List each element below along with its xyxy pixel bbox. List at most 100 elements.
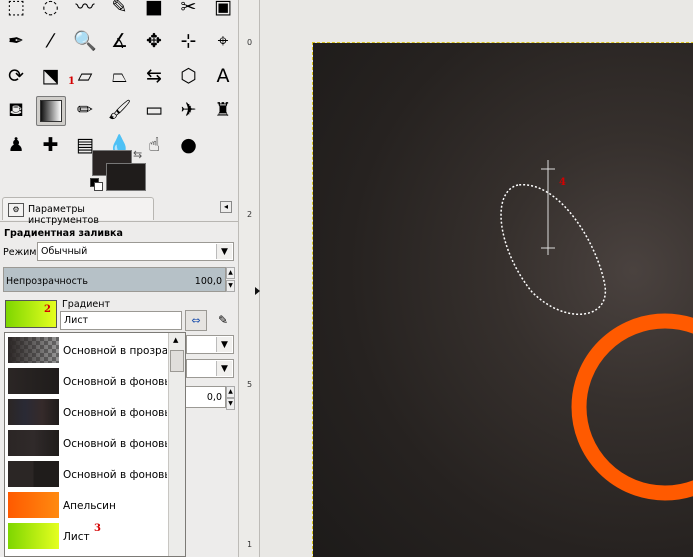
annotation-marker-2: 2 — [44, 304, 51, 315]
gradient-name-value: Лист — [64, 315, 89, 326]
airbrush-icon[interactable]: ✈ — [174, 96, 204, 126]
orange-ring — [571, 313, 693, 501]
offset-value: 0,0 — [206, 392, 222, 403]
tab-menu-icon[interactable]: ◂ — [220, 201, 232, 213]
ink-icon[interactable]: ♜ — [208, 96, 238, 126]
gradient-list-scrollbar[interactable]: ▲ — [168, 333, 185, 556]
gradient-list-item[interactable]: Основной в фоновый (Жёсткий край) — [5, 366, 167, 396]
ellipse-select-icon[interactable]: ◌ — [36, 0, 66, 22]
gradient-name: Основной в фоновый (HSV по часовой) — [63, 438, 167, 450]
image-canvas-area[interactable]: 4 — [260, 0, 693, 557]
gradient-swatch — [8, 492, 59, 518]
measure-icon[interactable]: ∡ — [105, 27, 135, 57]
eraser-icon[interactable]: ▭ — [139, 96, 169, 126]
gradient-name: Основной в фоновый (Жёсткий край) — [63, 376, 167, 388]
annotation-marker-3: 3 — [94, 523, 101, 534]
edit-icon: ✎ — [217, 313, 229, 327]
shape-select[interactable]: ▼ — [186, 335, 234, 354]
clone-icon[interactable]: ♟ — [1, 130, 31, 160]
gradient-swatch — [8, 523, 59, 549]
gradient-name-field[interactable]: Лист — [60, 311, 182, 330]
tool-options-icon: ⚙ — [8, 203, 24, 217]
gradient-list-item[interactable]: Лист — [5, 521, 167, 551]
text-icon[interactable]: A — [208, 61, 238, 91]
annotation-marker-1: 1 — [68, 76, 75, 87]
bucket-fill-icon[interactable]: ⛾ — [1, 96, 31, 126]
canvas-overlay: 4 — [500, 160, 693, 501]
pencil-icon[interactable]: ✏ — [70, 96, 100, 126]
mode-select[interactable]: Обычный ▼ — [37, 242, 234, 261]
chevron-down-icon: ▼ — [216, 244, 232, 259]
scale-icon[interactable]: ⬔ — [36, 61, 66, 91]
offset-decrease-icon[interactable]: ▼ — [226, 398, 235, 410]
gradient-list-item[interactable]: Основной в фоновый (RGB) — [5, 459, 167, 489]
ruler-tick: 1 — [247, 540, 253, 549]
tab-tool-options[interactable]: ⚙ Параметры инструментов — [2, 197, 154, 226]
opacity-increase-icon[interactable]: ▲ — [226, 267, 235, 279]
repeat-select[interactable]: ▼ — [186, 359, 234, 378]
reverse-icon: ⇔ — [191, 314, 201, 327]
gradient-name: Основной в прозрачный — [63, 345, 167, 357]
dock-tab-bar: ⚙ Параметры инструментов — [0, 196, 238, 226]
scroll-up-icon[interactable]: ▲ — [173, 336, 178, 344]
heal-icon[interactable]: ✚ — [36, 130, 66, 160]
annotation-marker-4: 4 — [559, 177, 566, 188]
gradient-list-item[interactable]: Основной в фоновый (HSV по часовой) — [5, 428, 167, 458]
perspective-icon[interactable]: ⏢ — [105, 61, 135, 91]
gradient-swatch — [8, 368, 59, 394]
offset-increase-icon[interactable]: ▲ — [226, 386, 235, 398]
tab-label: Параметры инструментов — [28, 204, 99, 226]
toolbox-panel: ⬚ ◌ 〰 ✎ ■ ✂ ▣ ✒ ⁄ 🔍 ∡ ✥ ⊹ ⌖ ⟳ ⬔ ▱ ⏢ ⇆ ⬡ A ⛾ ✏ 🖌 ▭ ✈ ♜ ♟ ✚ ▤ 💧 ☝ ● 1 ⇆ ⚙ … — [0, 0, 238, 557]
free-select-icon[interactable]: 〰 — [70, 0, 100, 22]
scrollbar-thumb[interactable] — [170, 350, 184, 372]
background-color-swatch[interactable] — [106, 163, 146, 191]
opacity-decrease-icon[interactable]: ▼ — [226, 280, 235, 292]
rect-select-icon[interactable]: ⬚ — [1, 0, 31, 22]
default-colors-icon[interactable] — [90, 178, 103, 191]
gradient-name: Основной в фоновый (RGB) — [63, 469, 167, 481]
scissors-icon[interactable]: ✂ — [174, 0, 204, 22]
gradient-name: Лист — [63, 531, 90, 543]
align-icon[interactable]: ⊹ — [174, 27, 204, 57]
gradient-swatch — [8, 337, 59, 363]
flip-icon[interactable]: ⇆ — [139, 61, 169, 91]
vertical-ruler: 0 2 5 1 — [238, 0, 260, 557]
paths-icon[interactable]: ✒ — [1, 27, 31, 57]
reverse-gradient-button[interactable]: ⇔ — [185, 310, 207, 331]
gradient-list-item[interactable]: Апельсин — [5, 490, 167, 520]
gradient-swatch — [8, 461, 59, 487]
dodge-burn-icon[interactable]: ● — [174, 130, 204, 160]
opacity-value: 100,0 — [194, 276, 222, 287]
blend-icon[interactable] — [35, 95, 66, 126]
move-icon[interactable]: ✥ — [139, 27, 169, 57]
opacity-slider[interactable]: Непрозрачность 100,0 — [3, 267, 226, 292]
foreground-select-icon[interactable]: ▣ — [208, 0, 238, 22]
gradient-list-popup: Основной в прозрачный Основной в фоновый … — [4, 332, 186, 557]
mode-label: Режим: — [3, 247, 40, 258]
ruler-tick: 2 — [247, 210, 253, 219]
tool-options-title: Градиентная заливка — [4, 228, 123, 239]
swap-colors-icon[interactable]: ⇆ — [133, 148, 142, 161]
smudge-icon[interactable]: ☝ — [139, 130, 169, 160]
gradient-swatch — [8, 430, 59, 456]
crop-icon[interactable]: ⌖ — [208, 27, 238, 57]
gradient-name: Апельсин — [63, 500, 116, 512]
gradient-name: Основной в фоновый (HSV против часовой) — [63, 407, 167, 419]
zoom-icon[interactable]: 🔍 — [70, 27, 100, 57]
cage-transform-icon[interactable]: ⬡ — [174, 61, 204, 91]
ruler-tick: 5 — [247, 380, 253, 389]
offset-field[interactable]: 0,0 — [184, 386, 226, 408]
fuzzy-select-icon[interactable]: ✎ — [105, 0, 135, 22]
paintbrush-icon[interactable]: 🖌 — [105, 96, 135, 126]
ellipse-selection[interactable] — [500, 184, 606, 315]
gradient-list-item[interactable]: Основной в прозрачный — [5, 335, 167, 365]
gradient-label: Градиент — [62, 299, 110, 310]
chevron-down-icon: ▼ — [216, 361, 232, 376]
gradient-swatch — [8, 399, 59, 425]
gradient-list-item[interactable]: Основной в фоновый (HSV против часовой) — [5, 397, 167, 427]
mode-value: Обычный — [41, 246, 88, 257]
color-select-icon[interactable]: ■ — [139, 0, 169, 22]
rotate-icon[interactable]: ⟳ — [1, 61, 31, 91]
color-picker-icon[interactable]: ⁄ — [36, 27, 66, 57]
edit-gradient-button[interactable]: ✎ — [214, 311, 232, 329]
